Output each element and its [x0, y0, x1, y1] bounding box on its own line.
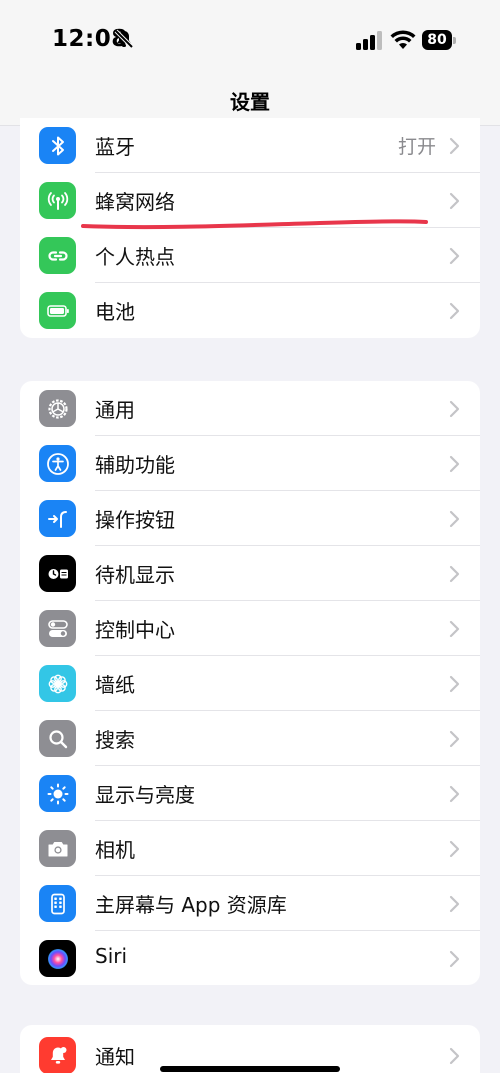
siri-icon [39, 940, 76, 977]
wifi-icon [390, 30, 416, 49]
row-label: 蓝牙 [95, 135, 135, 159]
row-label: 主屏幕与 App 资源库 [95, 893, 287, 917]
battery-cap [453, 37, 456, 44]
settings-row-wallpaper[interactable]: 墙纸 [20, 656, 480, 711]
chevron-right-icon [449, 247, 460, 265]
bluetooth-icon [39, 127, 76, 164]
row-label: 通知 [95, 1045, 135, 1069]
standby-icon [39, 555, 76, 592]
settings-row-standby[interactable]: 待机显示 [20, 546, 480, 601]
settings-row-camera[interactable]: 相机 [20, 821, 480, 876]
settings-row-home-screen[interactable]: 主屏幕与 App 资源库 [20, 876, 480, 931]
row-label: 个人热点 [95, 245, 175, 269]
chevron-right-icon [449, 950, 460, 968]
settings-row-battery[interactable]: 电池 [20, 283, 480, 338]
chevron-right-icon [449, 137, 460, 155]
chevron-right-icon [449, 1047, 460, 1065]
row-label: 待机显示 [95, 563, 175, 587]
action-button-icon [39, 500, 76, 537]
chevron-right-icon [449, 730, 460, 748]
row-label: 电池 [95, 300, 135, 324]
row-label: 相机 [95, 838, 135, 862]
cellular-signal-icon [356, 31, 382, 50]
chevron-right-icon [449, 840, 460, 858]
camera-icon [39, 830, 76, 867]
chevron-right-icon [449, 192, 460, 210]
row-label: Siri [95, 944, 128, 968]
settings-row-control-center[interactable]: 控制中心 [20, 601, 480, 656]
chevron-right-icon [449, 302, 460, 320]
notification-bell-icon [39, 1037, 76, 1073]
wallpaper-flower-icon [39, 665, 76, 702]
settings-row-action-button[interactable]: 操作按钮 [20, 491, 480, 546]
battery-level: 80 [422, 30, 452, 50]
bell-off-icon [114, 29, 134, 49]
settings-row-search[interactable]: 搜索 [20, 711, 480, 766]
hotspot-icon [39, 237, 76, 274]
chevron-right-icon [449, 785, 460, 803]
settings-row-siri[interactable]: Siri [20, 931, 480, 985]
status-bar: 12:08 80 [0, 0, 500, 80]
row-label: 搜索 [95, 728, 135, 752]
red-underline-annotation [81, 219, 428, 230]
page-title: 设置 [230, 90, 270, 114]
chevron-right-icon [449, 565, 460, 583]
chevron-right-icon [449, 620, 460, 638]
home-indicator[interactable] [160, 1066, 340, 1072]
row-label: 控制中心 [95, 618, 175, 642]
settings-row-general[interactable]: 通用 [20, 381, 480, 436]
cellular-icon [39, 182, 76, 219]
gear-icon [39, 390, 76, 427]
chevron-right-icon [449, 455, 460, 473]
chevron-right-icon [449, 510, 460, 528]
row-label: 辅助功能 [95, 453, 175, 477]
settings-row-hotspot[interactable]: 个人热点 [20, 228, 480, 283]
row-label: 显示与亮度 [95, 783, 195, 807]
control-center-icon [39, 610, 76, 647]
battery-icon [39, 292, 76, 329]
settings-row-accessibility[interactable]: 辅助功能 [20, 436, 480, 491]
settings-row-display-brightness[interactable]: 显示与亮度 [20, 766, 480, 821]
settings-row-bluetooth[interactable]: 蓝牙 打开 [20, 118, 480, 173]
accessibility-icon [39, 445, 76, 482]
settings-group-general: 通用 辅助功能 操作按钮 待机显示 控制中心 墙纸 搜索 显示与亮度 相机 主屏… [20, 381, 480, 985]
row-label: 操作按钮 [95, 508, 175, 532]
chevron-right-icon [449, 895, 460, 913]
row-label: 蜂窝网络 [95, 190, 175, 214]
row-label: 通用 [95, 398, 135, 422]
chevron-right-icon [449, 675, 460, 693]
home-screen-icon [39, 885, 76, 922]
search-icon [39, 720, 76, 757]
chevron-right-icon [449, 400, 460, 418]
battery-status: 80 [422, 30, 458, 50]
brightness-sun-icon [39, 775, 76, 812]
row-value: 打开 [397, 136, 436, 158]
row-label: 墙纸 [95, 673, 135, 697]
